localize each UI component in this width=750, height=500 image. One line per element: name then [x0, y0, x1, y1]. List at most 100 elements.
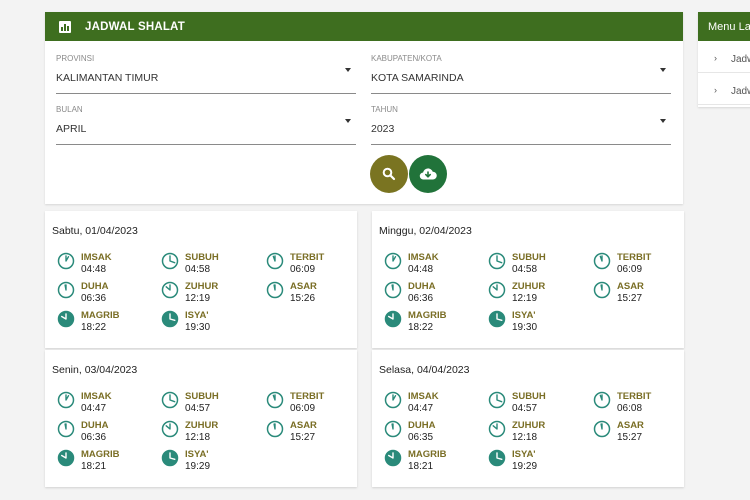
tahun-select[interactable]: TAHUN 2023: [371, 105, 671, 145]
provinsi-value: KALIMANTAN TIMUR: [56, 72, 159, 84]
search-button[interactable]: [370, 155, 408, 193]
prayer-name: IMSAK: [408, 252, 439, 263]
day-date: Minggu, 02/04/2023: [379, 225, 472, 237]
kabupaten-label: KABUPATEN/KOTA: [371, 54, 442, 63]
dropdown-caret-icon: [660, 119, 666, 123]
prayer-time: 04:57: [185, 403, 211, 414]
download-button[interactable]: [409, 155, 447, 193]
page: JADWAL SHALAT PROVINSI KALIMANTAN TIMUR …: [0, 0, 750, 500]
clock-icon: [593, 252, 611, 270]
prayer-name: ISYA': [512, 449, 536, 460]
clock-icon: [57, 281, 75, 299]
prayer-name: ZUHUR: [512, 281, 546, 292]
prayer-time: 06:09: [290, 403, 316, 414]
side-menu-item-label: Jadwal Shalat: [731, 86, 750, 97]
prayer-time: 06:09: [290, 264, 316, 275]
tahun-label: TAHUN: [371, 105, 398, 114]
prayer-time: 18:21: [81, 461, 107, 472]
day-date: Senin, 03/04/2023: [52, 364, 138, 376]
prayer-time: 15:26: [290, 293, 316, 304]
prayer-name: DUHA: [408, 281, 436, 292]
provinsi-select[interactable]: PROVINSI KALIMANTAN TIMUR: [56, 54, 356, 94]
prayer-name: ASAR: [617, 420, 644, 431]
clock-icon: [384, 420, 402, 438]
clock-icon: [57, 252, 75, 270]
dropdown-caret-icon: [345, 68, 351, 72]
clock-icon: [266, 252, 284, 270]
prayer-name: MAGRIB: [81, 310, 120, 321]
prayer-time: 19:29: [185, 461, 211, 472]
prayer-name: MAGRIB: [408, 449, 447, 460]
prayer-time: 04:47: [408, 403, 434, 414]
side-menu-title: Menu Lainnya: [698, 12, 750, 41]
prayer-name: IMSAK: [81, 252, 112, 263]
kabupaten-select[interactable]: KABUPATEN/KOTA KOTA SAMARINDA: [371, 54, 671, 94]
prayer-name: SUBUH: [512, 391, 546, 402]
clock-icon: [593, 420, 611, 438]
prayer-name: ISYA': [185, 310, 209, 321]
search-icon: [382, 167, 396, 181]
prayer-name: SUBUH: [185, 252, 219, 263]
clock-icon: [384, 281, 402, 299]
bulan-select[interactable]: BULAN APRIL: [56, 105, 356, 145]
dropdown-caret-icon: [345, 119, 351, 123]
prayer-name: IMSAK: [408, 391, 439, 402]
card-header: JADWAL SHALAT: [45, 12, 683, 41]
prayer-time: 12:18: [185, 432, 211, 443]
prayer-time: 19:30: [512, 322, 538, 333]
prayer-time: 04:47: [81, 403, 107, 414]
clock-filled-icon: [161, 449, 179, 467]
prayer-time: 06:09: [617, 264, 643, 275]
clock-icon: [488, 391, 506, 409]
clock-icon: [384, 391, 402, 409]
clock-icon: [161, 391, 179, 409]
day-card: Selasa, 04/04/2023 IMSAK 04:47 SUBUH 04:57 T…: [372, 350, 684, 487]
prayer-time: 18:22: [81, 322, 107, 333]
prayer-time: 04:48: [81, 264, 107, 275]
prayer-time: 12:18: [512, 432, 538, 443]
jadwal-shalat-card: JADWAL SHALAT PROVINSI KALIMANTAN TIMUR …: [45, 12, 683, 204]
chevron-right-icon: ›: [714, 53, 717, 63]
provinsi-label: PROVINSI: [56, 54, 95, 63]
bulan-label: BULAN: [56, 105, 83, 114]
prayer-time: 18:21: [408, 461, 434, 472]
chevron-right-icon: ›: [714, 85, 717, 95]
prayer-time: 06:35: [408, 432, 434, 443]
page-title: JADWAL SHALAT: [85, 20, 185, 33]
clock-icon: [384, 252, 402, 270]
prayer-name: ASAR: [290, 420, 317, 431]
prayer-time: 15:27: [617, 432, 643, 443]
prayer-name: SUBUH: [512, 252, 546, 263]
kabupaten-value: KOTA SAMARINDA: [371, 72, 464, 84]
clock-filled-icon: [488, 449, 506, 467]
clock-icon: [57, 391, 75, 409]
clock-filled-icon: [57, 449, 75, 467]
prayer-time: 06:36: [81, 293, 107, 304]
prayer-time: 04:58: [185, 264, 211, 275]
bulan-value: APRIL: [56, 123, 87, 135]
prayer-name: TERBIT: [617, 391, 652, 402]
prayer-time: 15:27: [617, 293, 643, 304]
prayer-name: MAGRIB: [408, 310, 447, 321]
side-menu-item-label: Jadwal Imsakiyah: [731, 54, 750, 65]
side-menu-item-jadwal-shalat[interactable]: › Jadwal Shalat: [698, 73, 750, 105]
clock-icon: [161, 420, 179, 438]
side-menu: Menu Lainnya › Jadwal Imsakiyah › Jadwal…: [698, 12, 750, 107]
prayer-time: 15:27: [290, 432, 316, 443]
prayer-name: DUHA: [81, 420, 109, 431]
prayer-time: 04:48: [408, 264, 434, 275]
prayer-name: TERBIT: [290, 252, 325, 263]
clock-icon: [161, 281, 179, 299]
clock-icon: [266, 281, 284, 299]
clock-filled-icon: [57, 310, 75, 328]
prayer-time: 12:19: [512, 293, 538, 304]
prayer-time: 18:22: [408, 322, 434, 333]
prayer-name: IMSAK: [81, 391, 112, 402]
cloud-download-icon: [419, 168, 437, 180]
clock-icon: [488, 281, 506, 299]
day-date: Selasa, 04/04/2023: [379, 364, 470, 376]
prayer-name: ASAR: [290, 281, 317, 292]
side-menu-item-jadwal-imsakiyah[interactable]: › Jadwal Imsakiyah: [698, 41, 750, 73]
clock-icon: [161, 252, 179, 270]
prayer-time: 06:08: [617, 403, 643, 414]
